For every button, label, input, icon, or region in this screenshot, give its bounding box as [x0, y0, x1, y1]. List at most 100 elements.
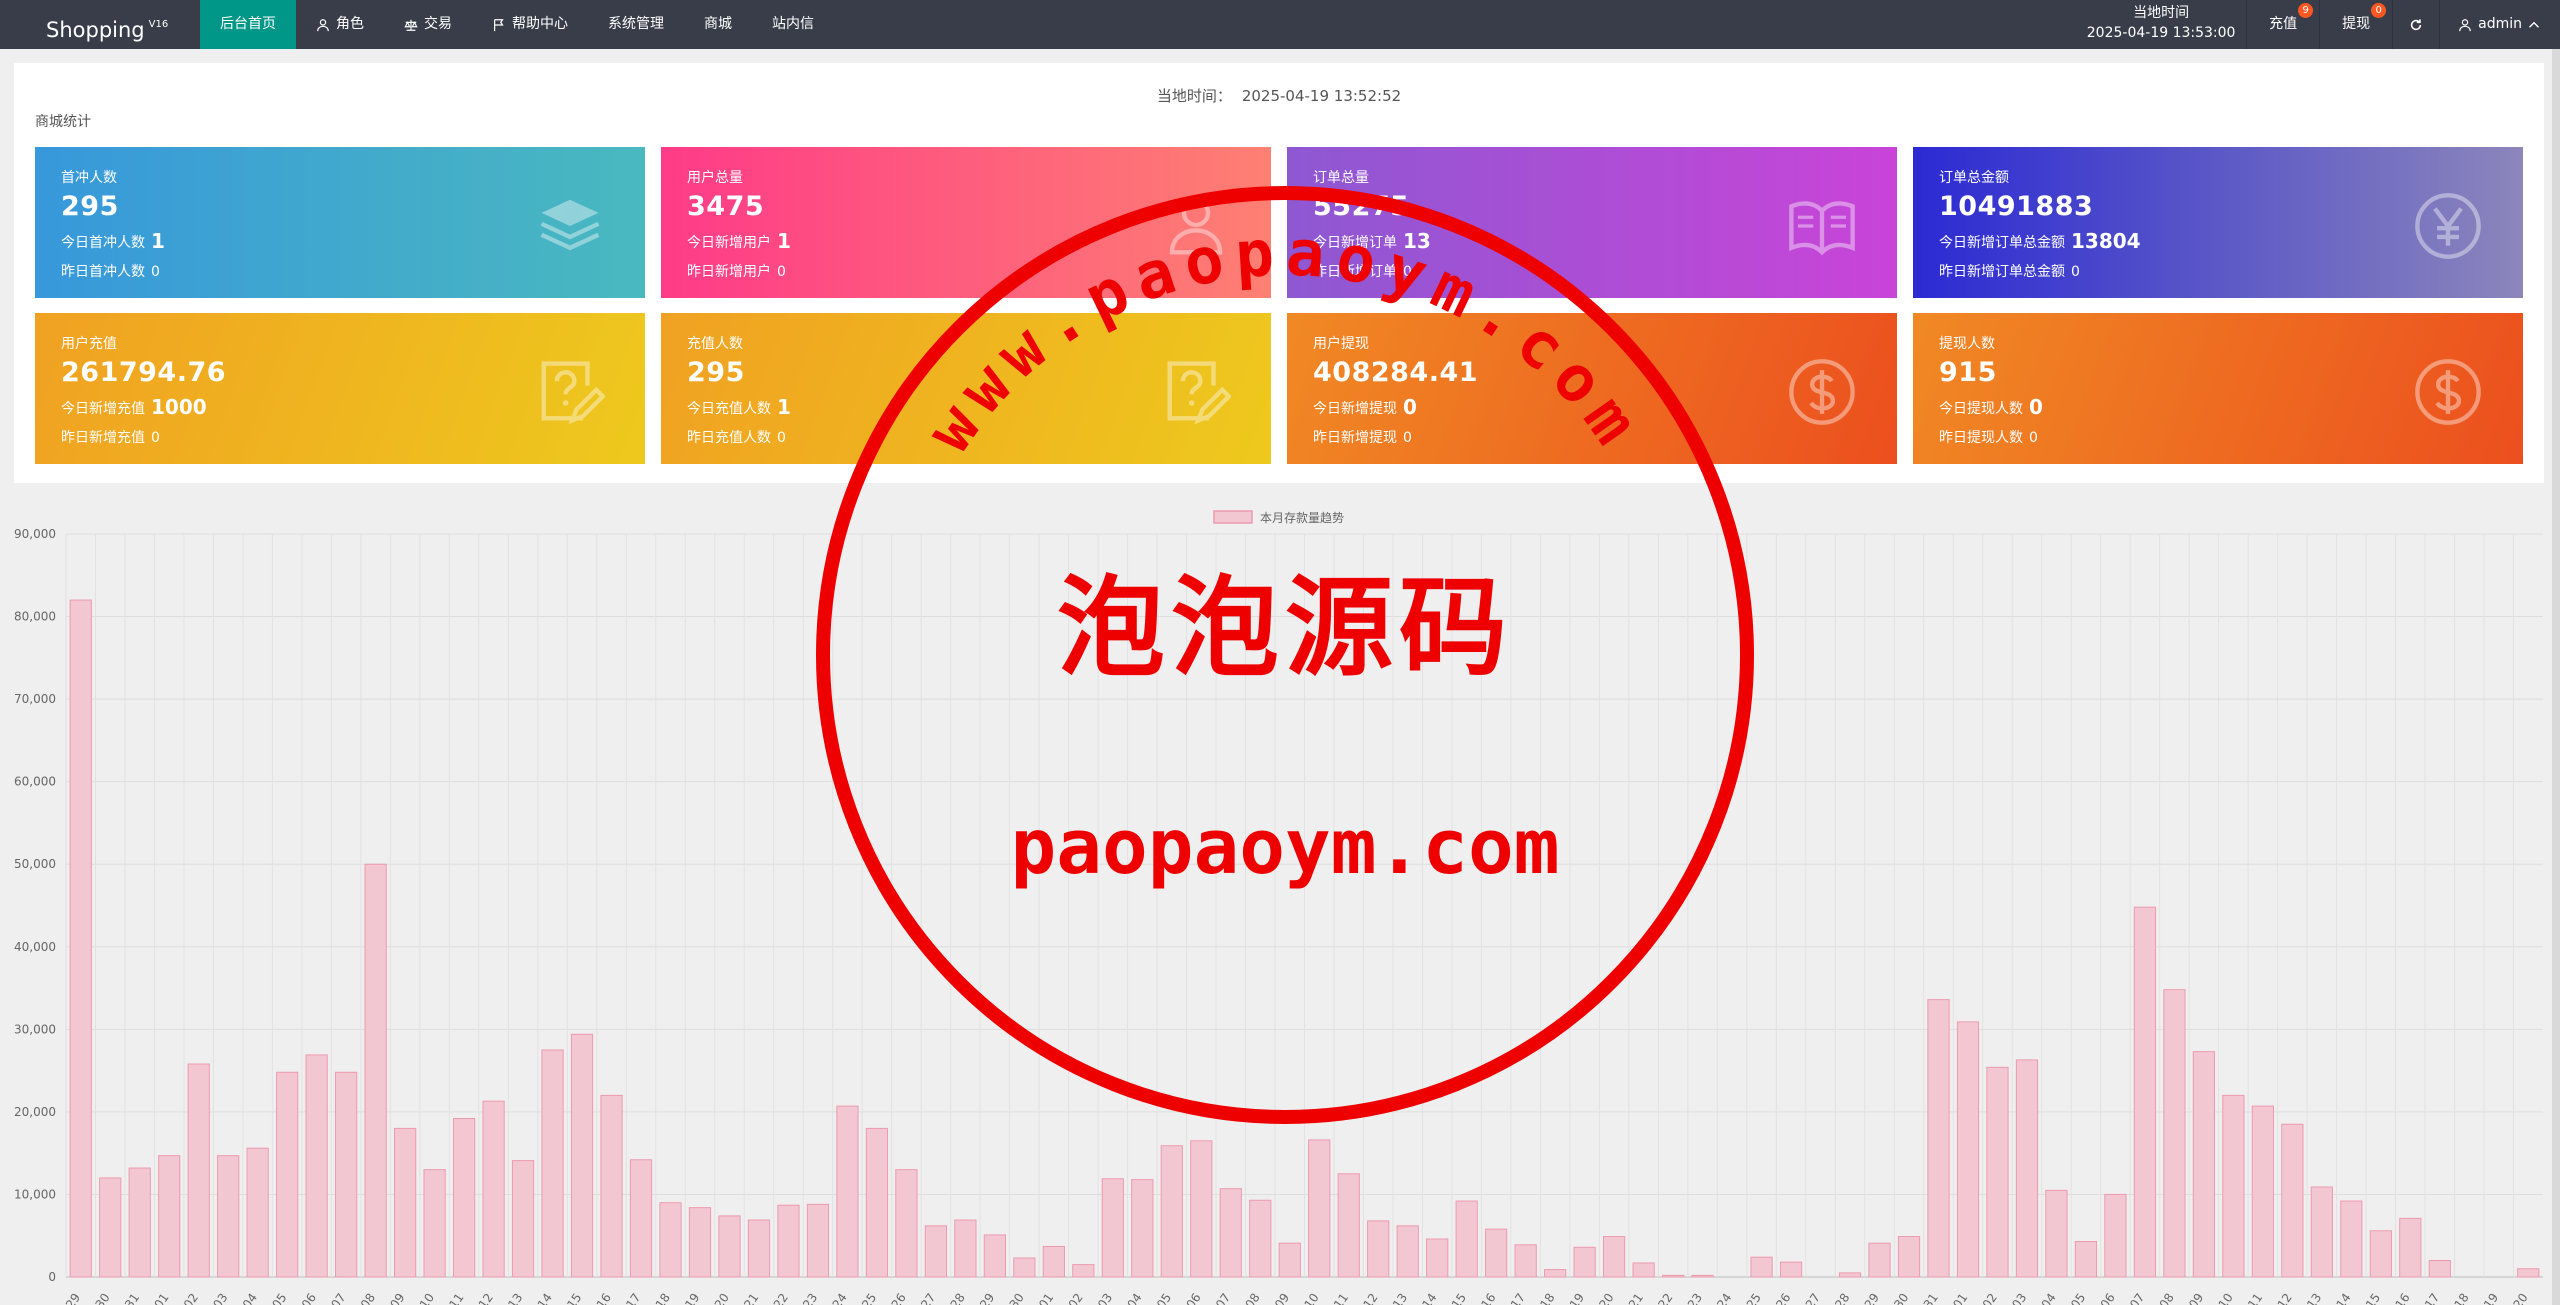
- chart-bar: [1544, 1269, 1567, 1278]
- card-value: 915: [1939, 357, 1997, 388]
- card-title: 用户充值: [61, 336, 117, 352]
- card-title: 首冲人数: [61, 170, 117, 186]
- withdraw-link[interactable]: 提现 0: [2319, 0, 2392, 49]
- card-today: 今日充值人数 1: [687, 395, 791, 419]
- chart-bar: [2340, 1200, 2363, 1278]
- card-value: 295: [61, 191, 119, 222]
- card-yesterday-label: 昨日充值人数: [687, 430, 771, 446]
- card-yesterday: 昨日新增用户 0: [687, 261, 786, 281]
- nav-item-home[interactable]: 后台首页: [200, 0, 296, 49]
- chart-bar: [305, 1054, 328, 1278]
- x-tick-label: 18: [2452, 1291, 2472, 1305]
- x-tick-label: 08: [2157, 1291, 2177, 1305]
- nav-label: 系统管理: [608, 16, 664, 32]
- card-value: 3475: [687, 191, 765, 222]
- brand-name: Shopping: [46, 18, 145, 42]
- card-today-value: 13804: [2071, 229, 2141, 253]
- card-today-label: 今日首冲人数: [61, 235, 145, 251]
- x-tick-label: 16: [2393, 1291, 2413, 1305]
- card-today-value: 1000: [151, 395, 207, 419]
- x-tick-label: 05: [1154, 1291, 1174, 1305]
- x-tick-label: 19: [1567, 1291, 1587, 1305]
- chart-bar: [924, 1225, 948, 1278]
- x-tick-label: 02: [1066, 1291, 1086, 1305]
- card-today: 今日首冲人数 1: [61, 229, 165, 253]
- x-tick-label: 05: [2068, 1291, 2088, 1305]
- x-tick-label: 01: [1036, 1291, 1056, 1305]
- x-tick-label: 02: [1980, 1291, 2000, 1305]
- card-today-label: 今日新增订单: [1313, 235, 1397, 251]
- x-tick-label: 13: [1390, 1291, 1410, 1305]
- chart-bar: [600, 1094, 623, 1278]
- nav-item-system[interactable]: 系统管理: [588, 0, 684, 49]
- yen-icon: [2413, 191, 2483, 261]
- nav-item-trade[interactable]: 交易: [384, 0, 472, 49]
- recharge-link[interactable]: 充值 9: [2246, 0, 2319, 49]
- user-icon: [317, 18, 329, 31]
- y-tick-label: 60,000: [14, 775, 56, 789]
- chart-bar: [276, 1071, 299, 1278]
- chart-bar: [2163, 989, 2186, 1278]
- chart-bar: [1426, 1238, 1449, 1278]
- x-tick-label: 14: [1419, 1291, 1439, 1305]
- dollar-icon: [1787, 357, 1857, 427]
- chart-bar: [1661, 1274, 1685, 1278]
- y-tick-label: 50,000: [14, 857, 56, 871]
- nav-item-mall[interactable]: 商城: [684, 0, 752, 49]
- x-tick-label: 18: [653, 1291, 673, 1305]
- x-tick-label: 12: [1360, 1291, 1380, 1305]
- chart-bar: [659, 1202, 682, 1278]
- chart-bar: [1131, 1179, 1154, 1278]
- y-tick-label: 90,000: [14, 527, 56, 541]
- card-yesterday-value: 0: [1403, 430, 1412, 446]
- nav-item-messages[interactable]: 站内信: [752, 0, 834, 49]
- nav-item-roles[interactable]: 角色: [296, 0, 384, 49]
- chart-bar: [2074, 1241, 2098, 1278]
- user-menu[interactable]: admin: [2439, 0, 2560, 49]
- card-yesterday: 昨日新增订单总金额 0: [1939, 261, 2080, 281]
- chart-bar: [158, 1155, 181, 1278]
- refresh-button[interactable]: [2392, 0, 2439, 49]
- flag-icon: [494, 18, 504, 31]
- chart-bar: [2222, 1094, 2245, 1278]
- chart-bar: [1927, 999, 1950, 1278]
- x-tick-label: 16: [1478, 1291, 1498, 1305]
- chart-bar: [2428, 1259, 2451, 1278]
- x-tick-label: 16: [594, 1291, 614, 1305]
- x-tick-label: 24: [1714, 1291, 1734, 1305]
- chart-bar: [335, 1071, 358, 1278]
- card-today-value: 1: [777, 395, 791, 419]
- card-yesterday-value: 0: [2071, 264, 2080, 280]
- chart-bar: [718, 1215, 741, 1278]
- card-yesterday-label: 昨日新增订单: [1313, 264, 1397, 280]
- chart-bar: [777, 1204, 800, 1278]
- stat-card: 用户充值 261794.76 今日新增充值 1000 昨日新增充值 0: [35, 313, 645, 464]
- nav-item-help-center[interactable]: 帮助中心: [472, 0, 588, 49]
- card-yesterday: 昨日新增充值 0: [61, 427, 160, 447]
- x-tick-label: 11: [446, 1291, 466, 1305]
- top-navbar: Shopping V16 后台首页 角色 交易 帮助中心 系统管理 商城 站内信 …: [0, 0, 2560, 49]
- chart-bar: [1514, 1244, 1537, 1278]
- legend-swatch: [1213, 510, 1253, 524]
- stat-card: 用户提现 408284.41 今日新增提现 0 昨日新增提现 0: [1287, 313, 1897, 464]
- page-scrollbar[interactable]: [2552, 49, 2560, 1305]
- card-yesterday-label: 昨日首冲人数: [61, 264, 145, 280]
- chart-bar: [128, 1167, 151, 1278]
- chart-bar: [895, 1169, 918, 1278]
- x-tick-label: 30: [92, 1291, 112, 1305]
- x-tick-label: 04: [240, 1291, 260, 1305]
- card-value: 10491883: [1939, 191, 2094, 222]
- x-tick-label: 09: [1272, 1291, 1292, 1305]
- x-tick-label: 27: [918, 1291, 938, 1305]
- y-tick-label: 0: [48, 1270, 56, 1284]
- x-tick-label: 10: [417, 1291, 437, 1305]
- card-today: 今日新增订单总金额 13804: [1939, 229, 2141, 253]
- card-yesterday-label: 昨日新增提现: [1313, 430, 1397, 446]
- chart-bar: [1750, 1256, 1773, 1278]
- brand-logo[interactable]: Shopping V16: [46, 0, 168, 49]
- x-tick-label: 30: [1007, 1291, 1027, 1305]
- x-tick-label: 17: [1508, 1291, 1528, 1305]
- chart-bar: [2251, 1105, 2274, 1278]
- chart-bar: [570, 1033, 594, 1278]
- nav-label: 帮助中心: [512, 16, 568, 32]
